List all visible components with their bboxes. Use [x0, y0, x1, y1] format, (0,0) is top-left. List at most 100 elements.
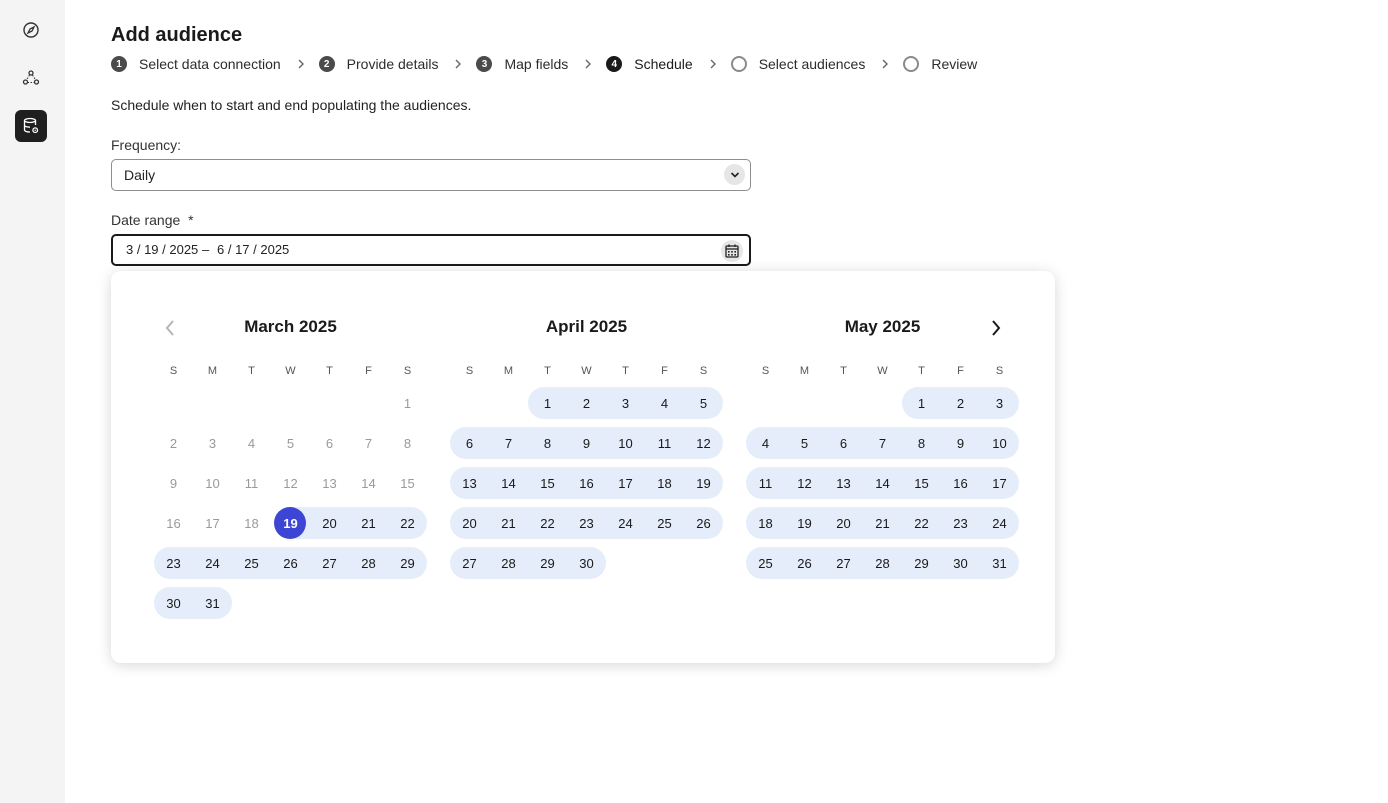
calendar-day[interactable]: 11: [645, 427, 684, 459]
calendar-day[interactable]: 15: [528, 467, 567, 499]
calendar-day[interactable]: 27: [824, 547, 863, 579]
calendar-day[interactable]: 8: [388, 427, 427, 459]
calendar-day[interactable]: 12: [684, 427, 723, 459]
calendar-day[interactable]: 14: [349, 467, 388, 499]
calendar-day[interactable]: 30: [941, 547, 980, 579]
calendar-day[interactable]: 14: [489, 467, 528, 499]
step-schedule[interactable]: 4 Schedule: [606, 56, 693, 72]
calendar-day[interactable]: 21: [349, 507, 388, 539]
calendar-day[interactable]: 4: [645, 387, 684, 419]
calendar-day[interactable]: 26: [684, 507, 723, 539]
calendar-day[interactable]: 9: [154, 467, 193, 499]
calendar-day[interactable]: 13: [450, 467, 489, 499]
calendar-day[interactable]: 11: [232, 467, 271, 499]
calendar-day[interactable]: 28: [863, 547, 902, 579]
calendar-day[interactable]: 24: [606, 507, 645, 539]
calendar-day[interactable]: 28: [489, 547, 528, 579]
calendar-day[interactable]: 16: [567, 467, 606, 499]
date-range-end-input[interactable]: 6 / 17 / 2025: [217, 242, 289, 257]
calendar-day[interactable]: 21: [863, 507, 902, 539]
calendar-day[interactable]: 15: [902, 467, 941, 499]
calendar-day[interactable]: 14: [863, 467, 902, 499]
calendar-day[interactable]: 29: [902, 547, 941, 579]
calendar-day[interactable]: 21: [489, 507, 528, 539]
calendar-day[interactable]: 18: [645, 467, 684, 499]
calendar-day[interactable]: 5: [271, 427, 310, 459]
calendar-day[interactable]: 31: [193, 587, 232, 619]
calendar-day[interactable]: 10: [980, 427, 1019, 459]
calendar-day[interactable]: 13: [310, 467, 349, 499]
calendar-day[interactable]: 20: [824, 507, 863, 539]
calendar-day[interactable]: 27: [310, 547, 349, 579]
calendar-day[interactable]: 25: [746, 547, 785, 579]
frequency-select[interactable]: Daily: [111, 159, 751, 191]
calendar-day[interactable]: 9: [941, 427, 980, 459]
calendar-day[interactable]: 7: [489, 427, 528, 459]
calendar-day[interactable]: 26: [785, 547, 824, 579]
calendar-day[interactable]: 6: [824, 427, 863, 459]
calendar-day[interactable]: 25: [232, 547, 271, 579]
calendar-day[interactable]: 4: [232, 427, 271, 459]
calendar-day[interactable]: 28: [349, 547, 388, 579]
calendar-day[interactable]: 3: [980, 387, 1019, 419]
calendar-day[interactable]: 7: [863, 427, 902, 459]
calendar-day[interactable]: 2: [154, 427, 193, 459]
calendar-day[interactable]: 2: [941, 387, 980, 419]
calendar-day[interactable]: 27: [450, 547, 489, 579]
calendar-day[interactable]: 20: [450, 507, 489, 539]
calendar-day[interactable]: 22: [388, 507, 427, 539]
calendar-day[interactable]: 16: [154, 507, 193, 539]
calendar-day[interactable]: 31: [980, 547, 1019, 579]
calendar-day[interactable]: 10: [193, 467, 232, 499]
calendar-day[interactable]: 7: [349, 427, 388, 459]
calendar-day[interactable]: 24: [980, 507, 1019, 539]
rail-compass-button[interactable]: [15, 14, 47, 46]
calendar-day[interactable]: 1: [902, 387, 941, 419]
calendar-day[interactable]: 30: [567, 547, 606, 579]
calendar-day[interactable]: 19: [785, 507, 824, 539]
calendar-day[interactable]: 8: [528, 427, 567, 459]
step-provide-details[interactable]: 2 Provide details: [318, 56, 438, 72]
step-select-audiences[interactable]: Select audiences: [730, 56, 865, 72]
calendar-day[interactable]: 12: [271, 467, 310, 499]
calendar-day[interactable]: 2: [567, 387, 606, 419]
calendar-day[interactable]: 22: [528, 507, 567, 539]
calendar-day[interactable]: 3: [606, 387, 645, 419]
date-range-start-input[interactable]: 3 / 19 / 2025: [126, 242, 198, 257]
calendar-day-selected[interactable]: 19: [271, 507, 310, 539]
date-range-field[interactable]: 3 / 19 / 2025 – 6 / 17 / 2025: [111, 234, 751, 266]
calendar-day[interactable]: 15: [388, 467, 427, 499]
calendar-day[interactable]: 16: [941, 467, 980, 499]
calendar-day[interactable]: 17: [193, 507, 232, 539]
rail-audiences-button[interactable]: [15, 62, 47, 94]
calendar-day[interactable]: 17: [606, 467, 645, 499]
calendar-day[interactable]: 18: [746, 507, 785, 539]
step-map-fields[interactable]: 3 Map fields: [476, 56, 568, 72]
calendar-day[interactable]: 9: [567, 427, 606, 459]
calendar-toggle-button[interactable]: [721, 240, 743, 262]
calendar-day[interactable]: 1: [528, 387, 567, 419]
calendar-day[interactable]: 23: [941, 507, 980, 539]
calendar-day[interactable]: 24: [193, 547, 232, 579]
calendar-day[interactable]: 25: [645, 507, 684, 539]
calendar-day[interactable]: 19: [684, 467, 723, 499]
calendar-day[interactable]: 11: [746, 467, 785, 499]
calendar-day[interactable]: 5: [684, 387, 723, 419]
calendar-day[interactable]: 12: [785, 467, 824, 499]
calendar-day[interactable]: 6: [450, 427, 489, 459]
calendar-day[interactable]: 10: [606, 427, 645, 459]
calendar-day[interactable]: 17: [980, 467, 1019, 499]
calendar-day[interactable]: 23: [567, 507, 606, 539]
rail-data-settings-button[interactable]: [15, 110, 47, 142]
calendar-day[interactable]: 30: [154, 587, 193, 619]
step-review[interactable]: Review: [903, 56, 977, 72]
calendar-day[interactable]: 18: [232, 507, 271, 539]
calendar-day[interactable]: 29: [528, 547, 567, 579]
step-select-data-connection[interactable]: 1 Select data connection: [111, 56, 281, 72]
calendar-day[interactable]: 13: [824, 467, 863, 499]
calendar-day[interactable]: 20: [310, 507, 349, 539]
calendar-day[interactable]: 8: [902, 427, 941, 459]
calendar-day[interactable]: 4: [746, 427, 785, 459]
calendar-day[interactable]: 22: [902, 507, 941, 539]
calendar-day[interactable]: 6: [310, 427, 349, 459]
